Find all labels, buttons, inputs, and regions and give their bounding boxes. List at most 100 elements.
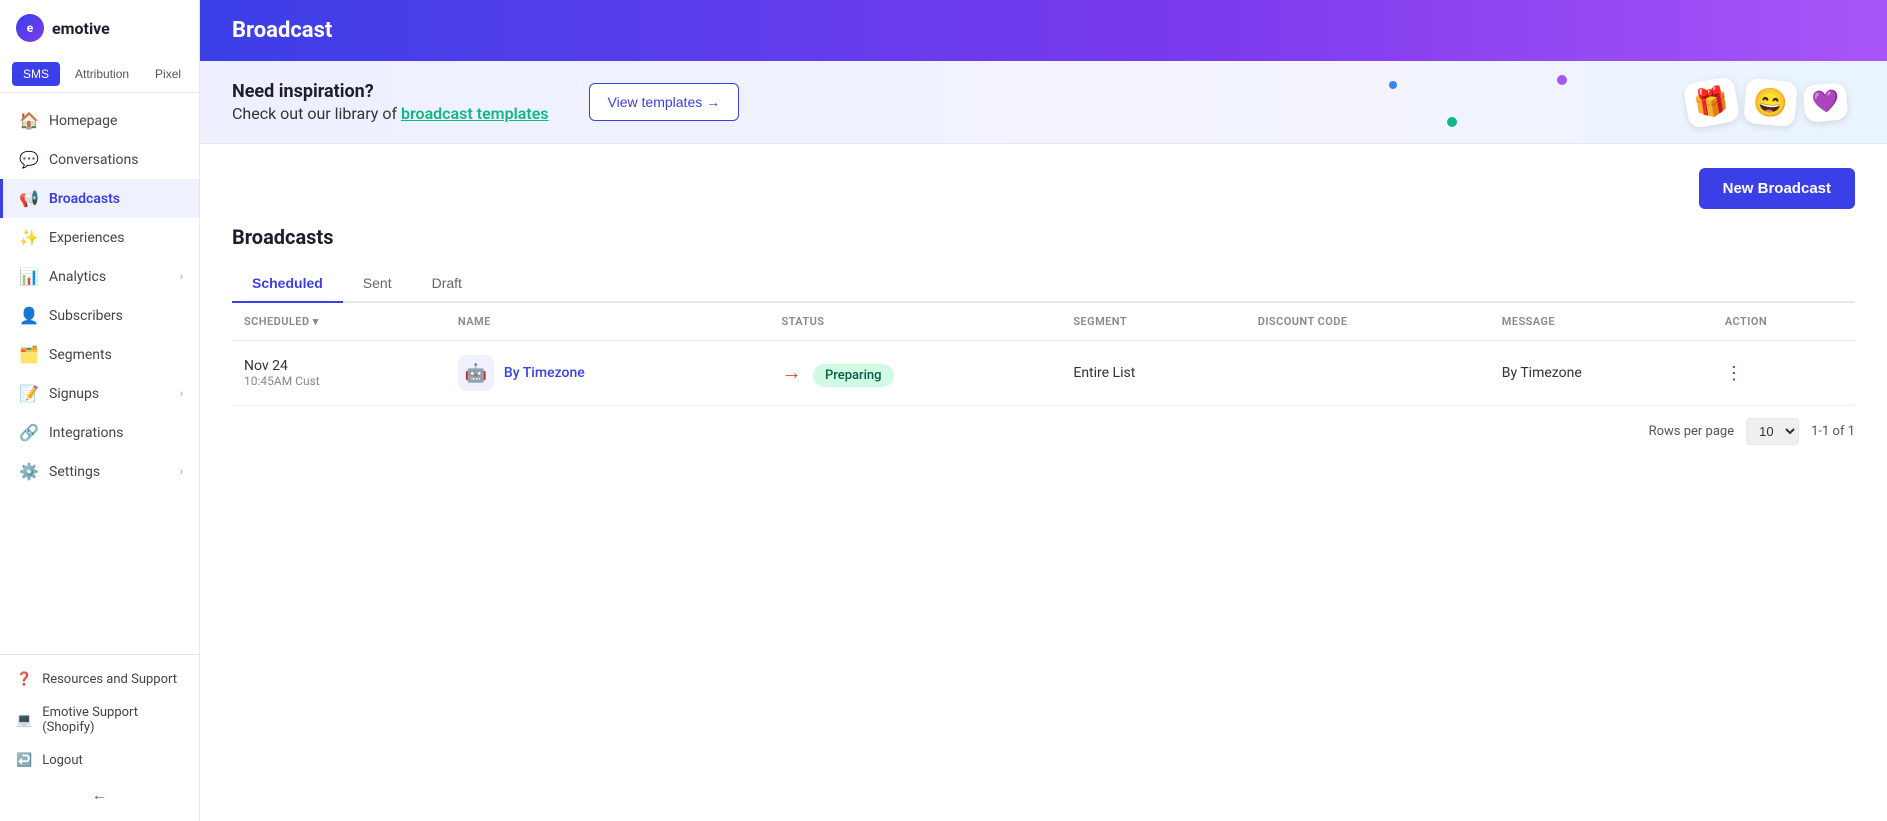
col-segment: SEGMENT [1061,303,1245,341]
tab-sent[interactable]: Sent [343,265,412,303]
sidebar-item-signups[interactable]: 📝 Signups › [0,374,199,413]
cell-scheduled: Nov 24 10:45AM Cust [232,341,446,406]
analytics-icon: 📊 [19,267,39,286]
emoji-card-heart: 💜 [1802,82,1848,123]
sidebar-item-broadcasts[interactable]: 📢 Broadcasts [0,179,199,218]
sidebar-item-logout[interactable]: ↩️ Logout [0,744,199,777]
cell-segment: Entire List [1061,341,1245,406]
sidebar-bottom-label: Emotive Support (Shopify) [42,705,183,735]
home-icon: 🏠 [19,111,39,130]
logo-text: emotive [52,19,110,38]
sidebar-item-resources[interactable]: ❓ Resources and Support [0,663,199,696]
sidebar-item-label: Signups [49,386,99,402]
status-arrow-icon: → [781,360,801,385]
broadcast-row-icon: 🤖 [458,355,494,391]
integrations-icon: 🔗 [19,423,39,442]
inspiration-banner: Need inspiration? Check out our library … [200,61,1887,144]
col-message: MESSAGE [1490,303,1713,341]
emoji-card-gift: 🎁 [1682,75,1740,128]
deco-dot-green [1447,117,1457,127]
sidebar-item-experiences[interactable]: ✨ Experiences [0,218,199,257]
signups-icon: 📝 [19,384,39,403]
cell-message: By Timezone [1490,341,1713,406]
scheduled-time: 10:45AM Cust [244,374,434,388]
resources-icon: ❓ [16,672,32,687]
main-content: Broadcast Need inspiration? Check out ou… [200,0,1887,821]
support-icon: 💻 [16,713,32,728]
pagination-bar: Rows per page 10 25 50 1-1 of 1 [232,406,1855,457]
content-top-bar: New Broadcast [232,168,1855,209]
sidebar-item-subscribers[interactable]: 👤 Subscribers [0,296,199,335]
broadcast-name-link[interactable]: By Timezone [504,365,585,381]
page-title: Broadcast [232,18,1855,43]
logo-icon: e [16,14,44,42]
sidebar-item-analytics[interactable]: 📊 Analytics › [0,257,199,296]
conversations-icon: 💬 [19,150,39,169]
sidebar-item-integrations[interactable]: 🔗 Integrations [0,413,199,452]
content-area: New Broadcast Broadcasts Scheduled Sent … [200,144,1887,821]
broadcasts-table-wrap: SCHEDULED ▾ NAME STATUS SEGMENT DISCOUNT… [232,303,1855,457]
chevron-right-icon: › [180,270,183,283]
emoji-card-smile: 😄 [1743,77,1798,126]
tab-attribution[interactable]: Attribution [64,62,140,86]
sidebar-item-label: Conversations [49,152,138,168]
banner-text: Need inspiration? Check out our library … [232,81,549,123]
sidebar-item-label: Segments [49,347,112,363]
pagination-count: 1-1 of 1 [1811,424,1855,439]
sidebar-item-label: Analytics [49,269,106,285]
sidebar-item-label: Settings [49,464,100,480]
deco-dot-purple [1557,75,1567,85]
cell-action: ⋮ [1713,341,1855,406]
logout-icon: ↩️ [16,753,32,768]
logo: e emotive [0,0,199,56]
subscribers-icon: 👤 [19,306,39,325]
broadcasts-table: SCHEDULED ▾ NAME STATUS SEGMENT DISCOUNT… [232,303,1855,406]
sidebar-item-label: Experiences [49,230,124,246]
segments-icon: 🗂️ [19,345,39,364]
cell-discount [1246,341,1490,406]
banner-subtext: Check out our library of broadcast templ… [232,104,549,123]
table-row: Nov 24 10:45AM Cust 🤖 By Timezone → Prep… [232,341,1855,406]
banner-highlight: broadcast templates [401,104,549,123]
rows-per-page-select[interactable]: 10 25 50 [1746,418,1799,445]
experiences-icon: ✨ [19,228,39,247]
sidebar-item-settings[interactable]: ⚙️ Settings › [0,452,199,491]
collapse-icon: ← [92,785,108,805]
tab-pixel[interactable]: Pixel [144,62,192,86]
sidebar-bottom: ❓ Resources and Support 💻 Emotive Suppor… [0,654,199,821]
status-badge: Preparing [813,364,894,387]
sidebar-bottom-label: Resources and Support [42,672,177,687]
sidebar-item-conversations[interactable]: 💬 Conversations [0,140,199,179]
sidebar-item-segments[interactable]: 🗂️ Segments [0,335,199,374]
banner-decorations: 🎁 😄 💜 [1686,61,1847,143]
sidebar: e emotive SMS Attribution Pixel 🏠 Homepa… [0,0,200,821]
sidebar-tab-group: SMS Attribution Pixel [0,56,199,93]
deco-dot-blue [1389,81,1397,89]
col-discount: DISCOUNT CODE [1246,303,1490,341]
row-actions-button[interactable]: ⋮ [1725,363,1743,384]
broadcast-name-wrapper: 🤖 By Timezone [458,355,758,391]
col-scheduled[interactable]: SCHEDULED ▾ [232,303,446,341]
banner-heading: Need inspiration? [232,81,549,102]
scheduled-date: Nov 24 [244,358,434,374]
sidebar-item-support[interactable]: 💻 Emotive Support (Shopify) [0,696,199,744]
cell-name: 🤖 By Timezone [446,341,770,406]
tab-scheduled[interactable]: Scheduled [232,265,343,303]
chevron-right-icon: › [180,465,183,478]
sidebar-bottom-label: Logout [42,753,83,768]
cell-status: → Preparing [769,341,1061,406]
settings-icon: ⚙️ [19,462,39,481]
broadcasts-tabs: Scheduled Sent Draft [232,265,1855,303]
sidebar-item-label: Integrations [49,425,123,441]
sidebar-collapse-button[interactable]: ← [0,777,199,813]
sidebar-item-label: Homepage [49,113,117,129]
col-status: STATUS [769,303,1061,341]
view-templates-button[interactable]: View templates → [589,83,740,121]
sidebar-item-label: Broadcasts [49,191,120,207]
new-broadcast-button[interactable]: New Broadcast [1699,168,1855,209]
tab-draft[interactable]: Draft [412,265,482,303]
col-name: NAME [446,303,770,341]
broadcasts-section-title: Broadcasts [232,225,1855,249]
sidebar-item-homepage[interactable]: 🏠 Homepage [0,101,199,140]
tab-sms[interactable]: SMS [12,62,60,86]
